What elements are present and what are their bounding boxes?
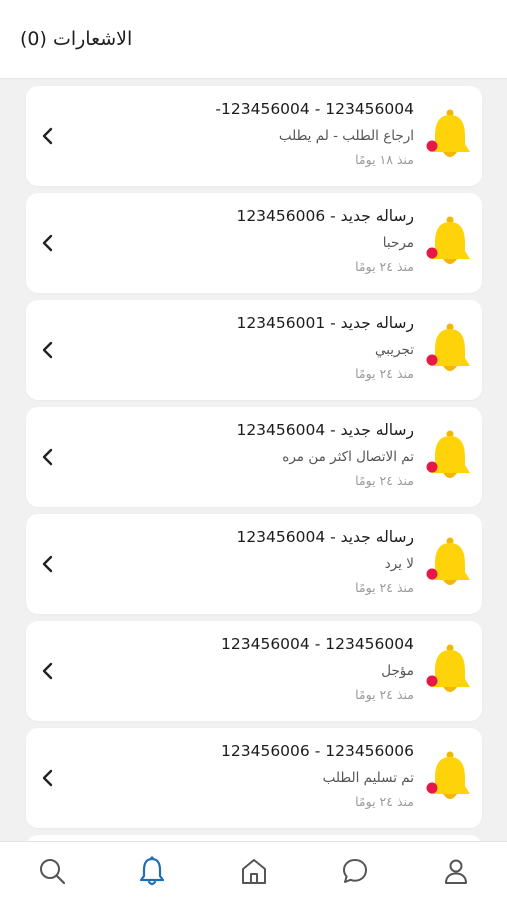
notification-time: منذ ١٨ يومًا (355, 152, 414, 167)
notification-time: منذ ٢٤ يومًا (355, 794, 414, 809)
notification-bell-icon (426, 322, 474, 378)
chevron-left-icon[interactable] (38, 766, 58, 790)
notification-texts: 123456004 - 123456004 مؤجل منذ ٢٤ يومًا (221, 633, 414, 704)
notification-time: منذ ٢٤ يومًا (355, 366, 414, 381)
home-icon (242, 859, 266, 884)
notification-card[interactable]: رساله جديد - 123456004 لا يرد منذ ٢٤ يوم… (26, 514, 482, 614)
notification-card[interactable]: 123456006 - 123456006 تم تسليم الطلب منذ… (26, 728, 482, 828)
notification-card[interactable]: رساله جديد - 123456004 تم الاتصال اكثر م… (26, 407, 482, 507)
bell-icon (139, 856, 165, 886)
nav-chat-button[interactable] (338, 854, 372, 888)
search-icon (40, 859, 66, 885)
nav-profile-button[interactable] (439, 854, 473, 888)
notification-title: رساله جديد - 123456001 (236, 314, 414, 332)
notification-texts: رساله جديد - 123456001 تجريبي منذ ٢٤ يوم… (236, 312, 414, 383)
notification-title: رساله جديد - 123456006 (236, 207, 414, 225)
nav-home-button[interactable] (237, 854, 271, 888)
chevron-left-icon[interactable] (38, 445, 58, 469)
notification-card[interactable]: رساله جديد - 123456001 تجريبي منذ ٢٤ يوم… (26, 300, 482, 400)
bottom-navigation (0, 841, 507, 900)
notification-card[interactable]: رساله جديد - 123456006 مرحبا منذ ٢٤ يومً… (26, 193, 482, 293)
notification-time: منذ ٢٤ يومًا (355, 473, 414, 488)
notification-bell-icon (426, 108, 474, 164)
notification-card[interactable]: 123456004 - 123456004 مؤجل منذ ٢٤ يومًا (26, 621, 482, 721)
app-header: الاشعارات (0) (0, 0, 507, 79)
chevron-left-icon[interactable] (38, 124, 58, 148)
notification-card[interactable]: 123456004 - 123456004- ارجاع الطلب - لم … (26, 86, 482, 186)
notification-bell-icon (426, 536, 474, 592)
notification-body: تم تسليم الطلب (322, 770, 414, 786)
notification-bell-icon (426, 215, 474, 271)
notification-time: منذ ٢٤ يومًا (355, 259, 414, 274)
notification-bell-icon (426, 429, 474, 485)
notification-bell-icon (426, 750, 474, 806)
notification-body: ارجاع الطلب - لم يطلب (278, 128, 414, 144)
notification-body: مؤجل (381, 663, 414, 679)
notification-texts: رساله جديد - 123456004 تم الاتصال اكثر م… (236, 419, 414, 490)
notification-time: منذ ٢٤ يومًا (355, 687, 414, 702)
notification-body: تجريبي (374, 342, 414, 358)
notification-body: لا يرد (384, 556, 414, 572)
notification-bell-icon (426, 643, 474, 699)
notification-title: 123456004 - 123456004- (215, 100, 414, 118)
notification-title: 123456006 - 123456006 (221, 742, 414, 760)
user-icon (445, 859, 467, 884)
page-title: الاشعارات (0) (20, 28, 133, 50)
chevron-left-icon[interactable] (38, 659, 58, 683)
notification-body: تم الاتصال اكثر من مره (282, 449, 414, 465)
notification-texts: 123456004 - 123456004- ارجاع الطلب - لم … (215, 98, 414, 169)
notification-texts: رساله جديد - 123456006 مرحبا منذ ٢٤ يومً… (236, 205, 414, 276)
nav-notifications-button[interactable] (135, 854, 169, 888)
chevron-left-icon[interactable] (38, 552, 58, 576)
notification-texts: رساله جديد - 123456004 لا يرد منذ ٢٤ يوم… (236, 526, 414, 597)
chat-icon (343, 859, 367, 883)
notification-title: رساله جديد - 123456004 (236, 421, 414, 439)
notifications-list[interactable]: 123456004 - 123456004- ارجاع الطلب - لم … (0, 80, 507, 841)
chevron-left-icon[interactable] (38, 231, 58, 255)
notification-time: منذ ٢٤ يومًا (355, 580, 414, 595)
notification-body: مرحبا (382, 235, 414, 251)
nav-search-button[interactable] (35, 854, 69, 888)
chevron-left-icon[interactable] (38, 338, 58, 362)
notification-title: 123456004 - 123456004 (221, 635, 414, 653)
notification-title: رساله جديد - 123456004 (236, 528, 414, 546)
notification-texts: 123456006 - 123456006 تم تسليم الطلب منذ… (221, 740, 414, 811)
